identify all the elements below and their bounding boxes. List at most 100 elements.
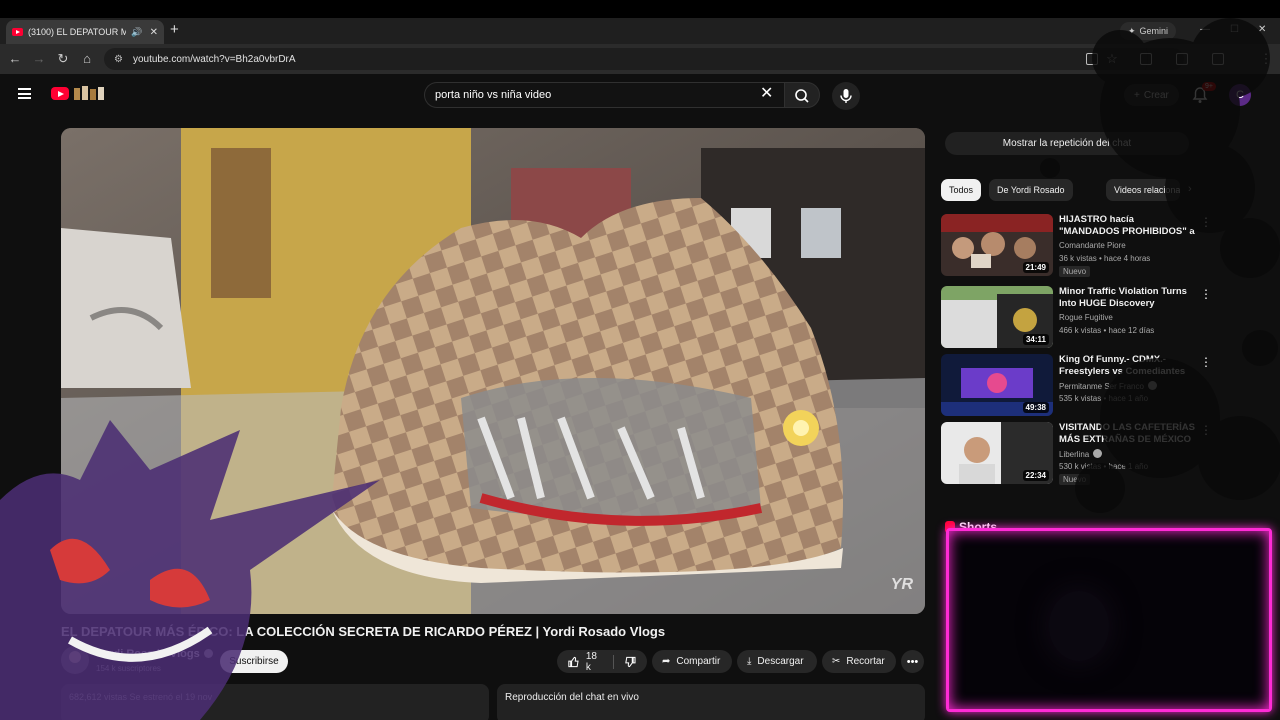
more-horizontal-icon: •••	[906, 655, 919, 668]
address-bar[interactable]: ⚙ youtube.com/watch?v=Bh2a0vbrDrA	[104, 48, 1184, 70]
gemini-button[interactable]: ✦ Gemini	[1120, 22, 1177, 40]
recommendation-item[interactable]: 49:38 King Of Funny.- CDMX.- Freestylers…	[941, 354, 1212, 416]
description-box[interactable]: 682,612 vistas Se estrenó el 19 nov	[61, 684, 489, 720]
tab-title: (3100) EL DEPATOUR MÁS É	[28, 27, 127, 37]
screen-top-bar	[0, 0, 1280, 18]
video-thumbnail[interactable]: 22:34	[941, 422, 1053, 484]
hamburger-menu-icon[interactable]	[18, 88, 31, 99]
account-avatar[interactable]: C	[1229, 84, 1251, 106]
youtube-masthead: porta niño vs niña video ✕ + Crear 9+ C	[0, 74, 1280, 116]
create-label: Crear	[1143, 89, 1169, 101]
recommendation-item[interactable]: 21:49 HIJASTRO hacía "MANDADOS PROHIBIDO…	[941, 214, 1212, 277]
description-meta: 682,612 vistas Se estrenó el 19 nov	[69, 692, 213, 702]
recommendation-channel[interactable]: Rogue Fugitive	[1059, 313, 1113, 322]
sidepanel-icon[interactable]	[1176, 53, 1188, 65]
browser-toolbar: ← → ↻ ⌂ ⚙ youtube.com/watch?v=Bh2a0vbrDr…	[0, 44, 1280, 74]
voice-search-button[interactable]	[832, 82, 860, 110]
video-duration: 21:49	[1022, 262, 1049, 273]
video-thumbnail[interactable]: 34:11	[941, 286, 1053, 348]
create-button[interactable]: + Crear	[1124, 84, 1179, 106]
notifications-count-badge: 9+	[1202, 82, 1216, 91]
video-player[interactable]: YR	[61, 128, 925, 614]
verified-icon	[203, 649, 213, 658]
recommendation-channel-text: Liberlina	[1059, 450, 1090, 459]
search-input[interactable]: porta niño vs niña video	[424, 82, 784, 108]
download-button[interactable]: ⤓ Descargar	[737, 650, 817, 673]
download-arrow-icon: ⤓	[747, 656, 752, 667]
recommendation-meta: 466 k vistas • hace 12 días	[1059, 326, 1155, 335]
minimize-icon[interactable]: —	[1200, 24, 1210, 35]
video-thumbnail[interactable]: 21:49	[941, 214, 1053, 276]
channel-avatar[interactable]	[61, 646, 89, 674]
thumbs-down-icon[interactable]	[624, 655, 637, 669]
search-icon	[795, 89, 809, 103]
webcam-overlay	[946, 528, 1272, 712]
subscribe-button[interactable]: Suscribirse	[220, 650, 288, 673]
recommendation-title[interactable]: King Of Funny.- CDMX.- Freestylers vs Co…	[1059, 354, 1195, 378]
share-button[interactable]: ➦ Compartir	[652, 650, 732, 673]
more-options-icon[interactable]: ⋮	[1200, 288, 1212, 300]
browser-menu-icon[interactable]: ⋮	[1258, 51, 1274, 67]
bookmark-star-icon[interactable]: ☆	[1104, 51, 1120, 67]
recommendation-channel[interactable]: Comandante Piore	[1059, 241, 1126, 250]
subscriber-count: 154 k suscriptores	[96, 664, 161, 673]
youtube-logo-icon[interactable]	[51, 87, 69, 100]
share-label: Compartir	[676, 656, 721, 667]
recommendation-meta: 36 k vistas • hace 4 horas	[1059, 254, 1151, 263]
more-actions-button[interactable]: •••	[901, 650, 924, 673]
recommendation-item[interactable]: 34:11 Minor Traffic Violation Turns Into…	[941, 286, 1212, 348]
recommendation-title[interactable]: VISITANDO LAS CAFETERÍAS MÁS EXTRAÑAS DE…	[1059, 422, 1195, 446]
browser-tab-active[interactable]: (3100) EL DEPATOUR MÁS É 🔊 ✕	[6, 20, 164, 44]
streamer-silhouette	[1049, 591, 1109, 661]
reload-icon[interactable]: ↻	[55, 51, 71, 67]
like-dislike-group: 18 k	[557, 650, 647, 673]
search-button[interactable]	[784, 82, 820, 108]
video-thumbnail[interactable]: 49:38	[941, 354, 1053, 416]
recommendation-meta: 535 k vistas • hace 1 año	[1059, 394, 1149, 403]
chip-from-channel[interactable]: De Yordi Rosado	[989, 179, 1073, 201]
forward-icon[interactable]: →	[31, 51, 47, 66]
more-options-icon[interactable]: ⋮	[1200, 216, 1212, 228]
chat-replay-label: Reproducción del chat en vivo	[505, 692, 639, 703]
recommendation-channel-text: Permitanme Ser Franco	[1059, 382, 1144, 391]
share-icon: ➦	[662, 656, 671, 667]
channel-name[interactable]: Yordi Rosado Vlogs	[96, 648, 213, 660]
recommendation-channel[interactable]: Liberlina	[1059, 449, 1103, 459]
site-info-icon[interactable]: ⚙	[114, 54, 123, 65]
video-frame	[61, 128, 925, 614]
recommendation-channel[interactable]: Permitanme Ser Franco	[1059, 381, 1157, 391]
channel-watermark[interactable]: YR	[891, 576, 913, 594]
maximize-icon[interactable]: ☐	[1230, 24, 1239, 35]
browser-tabstrip: (3100) EL DEPATOUR MÁS É 🔊 ✕ + ✦ Gemini …	[0, 18, 1280, 44]
new-badge: Nuevo	[1059, 474, 1091, 485]
recommendation-title[interactable]: Minor Traffic Violation Turns Into HUGE …	[1059, 286, 1195, 310]
recommendation-item[interactable]: 22:34 VISITANDO LAS CAFETERÍAS MÁS EXTRA…	[941, 422, 1212, 485]
back-icon[interactable]: ←	[7, 51, 23, 66]
more-options-icon[interactable]: ⋮	[1200, 356, 1212, 368]
audio-playing-icon[interactable]: 🔊	[131, 27, 142, 38]
channel-name-text: Yordi Rosado Vlogs	[96, 648, 200, 660]
chip-related[interactable]: Videos relacionados	[1106, 179, 1180, 201]
microphone-icon	[840, 89, 852, 103]
verified-icon	[1147, 381, 1157, 390]
like-count[interactable]: 18 k	[586, 651, 603, 673]
chip-all[interactable]: Todos	[941, 179, 982, 201]
install-app-icon[interactable]	[1086, 53, 1098, 65]
close-tab-icon[interactable]: ✕	[150, 27, 158, 38]
more-options-icon[interactable]: ⋮	[1200, 424, 1212, 436]
chat-replay-panel[interactable]: Reproducción del chat en vivo	[497, 684, 925, 720]
extensions-icon[interactable]	[1140, 53, 1152, 65]
home-icon[interactable]: ⌂	[79, 51, 95, 66]
chips-next-chevron-icon[interactable]: ›	[1188, 183, 1192, 195]
thumbs-up-icon[interactable]	[567, 655, 580, 669]
youtube-doodle-icon[interactable]	[72, 84, 106, 102]
close-window-icon[interactable]: ✕	[1258, 24, 1266, 35]
video-duration: 22:34	[1022, 470, 1049, 481]
clip-button[interactable]: ✂ Recortar	[822, 650, 896, 673]
recommendation-title[interactable]: HIJASTRO hacía "MANDADOS PROHIBIDOS" a S…	[1059, 214, 1195, 238]
video-duration: 34:11	[1022, 334, 1049, 345]
clear-search-icon[interactable]: ✕	[760, 86, 773, 102]
show-chat-replay-button[interactable]: Mostrar la repetición del chat	[945, 132, 1189, 155]
download-icon[interactable]	[1212, 53, 1224, 65]
new-tab-button[interactable]: +	[170, 21, 179, 38]
